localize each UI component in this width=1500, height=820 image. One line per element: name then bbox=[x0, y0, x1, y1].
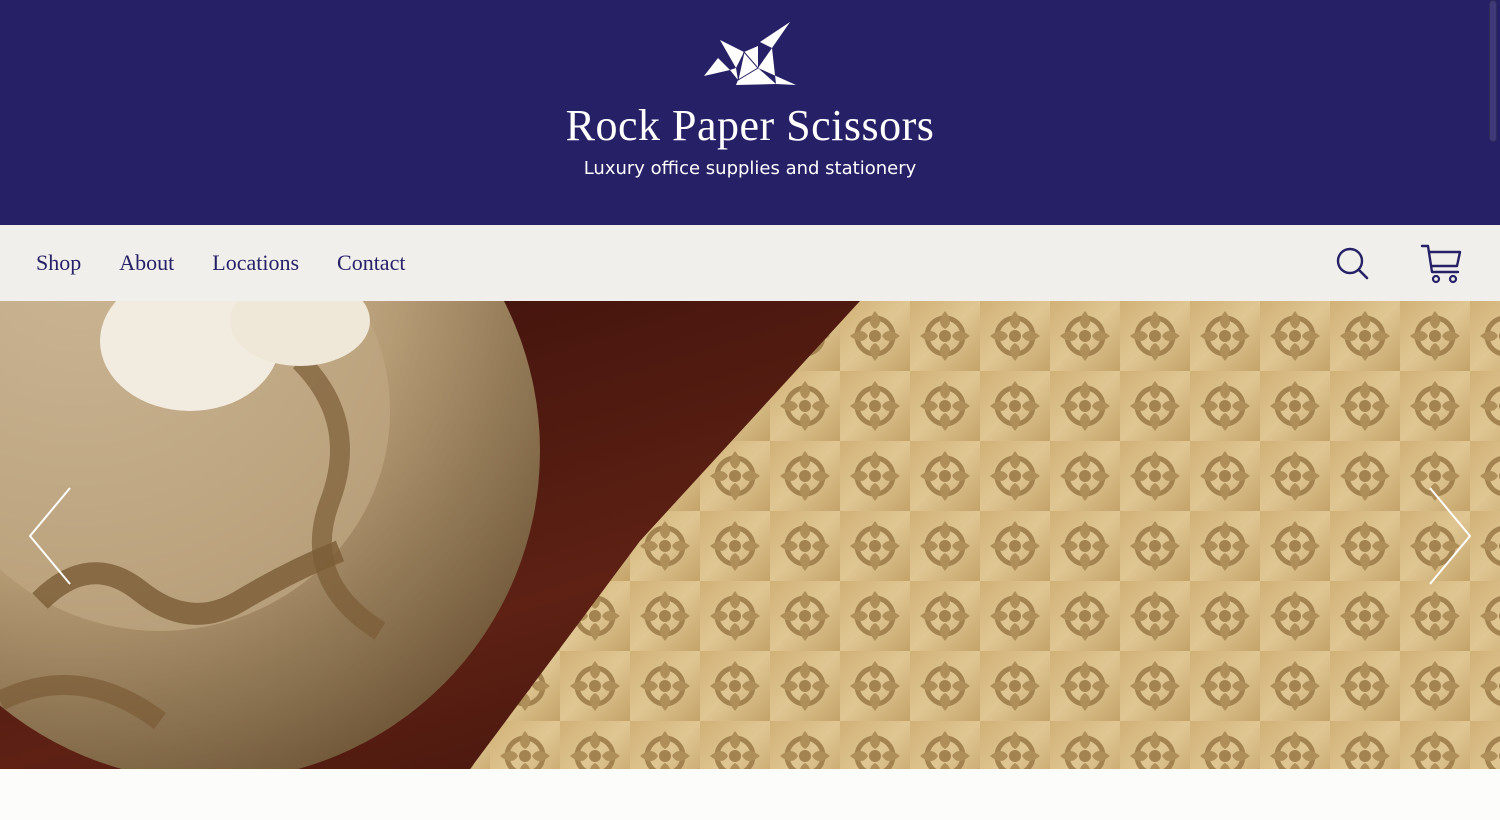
nav-link-locations[interactable]: Locations bbox=[212, 250, 299, 276]
content-area bbox=[0, 769, 1500, 820]
scrollbar[interactable] bbox=[1489, 0, 1497, 142]
origami-crane-icon[interactable] bbox=[700, 18, 800, 88]
carousel-prev-button[interactable] bbox=[26, 486, 72, 586]
hero-carousel bbox=[0, 301, 1500, 769]
chevron-right-icon bbox=[1429, 487, 1471, 585]
cart-button[interactable] bbox=[1420, 242, 1464, 286]
site-title[interactable]: Rock Paper Scissors bbox=[0, 100, 1500, 151]
nav-link-contact[interactable]: Contact bbox=[337, 250, 405, 276]
nav-link-shop[interactable]: Shop bbox=[36, 250, 81, 276]
site-header: Rock Paper Scissors Luxury office suppli… bbox=[0, 0, 1500, 225]
nav-links: Shop About Locations Contact bbox=[36, 225, 443, 301]
hero-image bbox=[0, 301, 1500, 769]
main-navigation: Shop About Locations Contact bbox=[0, 225, 1500, 301]
chevron-left-icon bbox=[29, 487, 71, 585]
carousel-next-button[interactable] bbox=[1428, 486, 1474, 586]
search-button[interactable] bbox=[1332, 243, 1374, 285]
cart-icon bbox=[1420, 244, 1462, 284]
site-tagline: Luxury office supplies and stationery bbox=[583, 158, 917, 179]
search-icon bbox=[1336, 247, 1369, 280]
nav-link-about[interactable]: About bbox=[119, 250, 174, 276]
